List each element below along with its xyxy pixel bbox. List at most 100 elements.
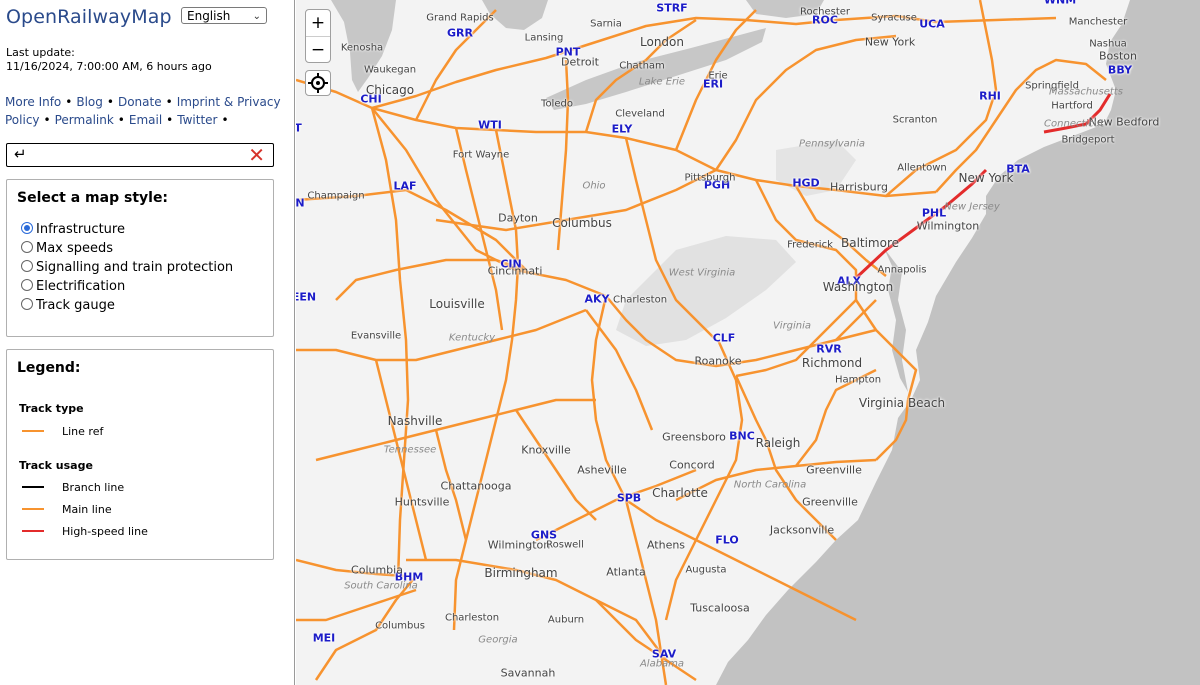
locate-button[interactable] xyxy=(305,70,331,96)
city-label: Detroit xyxy=(561,55,599,69)
city-label: London xyxy=(640,35,684,49)
station-code-label[interactable]: UCA xyxy=(919,18,945,31)
city-label: Savannah xyxy=(500,666,556,680)
legend-swatch xyxy=(22,508,44,510)
station-code-label[interactable]: EEN xyxy=(296,291,316,304)
station-code-label[interactable]: RHI xyxy=(979,90,1001,103)
radio-icon[interactable] xyxy=(21,298,33,310)
city-label: Waukegan xyxy=(363,64,417,76)
style-option-label: Signalling and train protection xyxy=(36,260,234,275)
city-label: Lansing xyxy=(524,32,564,44)
style-option-signalling[interactable]: Signalling and train protection xyxy=(21,260,233,276)
app-title[interactable]: OpenRailwayMap xyxy=(6,6,172,28)
style-option-infrastructure[interactable]: Infrastructure xyxy=(21,222,125,238)
city-label: Tuscaloosa xyxy=(690,601,750,615)
rail-line xyxy=(296,308,587,362)
station-code-label[interactable]: CLF xyxy=(713,332,736,345)
legend-item-line-ref: Line ref xyxy=(22,425,103,438)
search-input[interactable]: ↵ ✕ xyxy=(6,143,274,167)
map-view[interactable]: STRF ROC UCA WNM GRR PNT BBY RHI ERI CHI WTI ELY BTA… xyxy=(296,0,1200,685)
link-permalink[interactable]: Permalink xyxy=(55,113,114,127)
city-label: Concord xyxy=(669,458,715,472)
station-code-label[interactable]: T xyxy=(296,122,302,135)
station-code-label[interactable]: WNM xyxy=(1044,0,1076,7)
legend-track-type-heading: Track type xyxy=(19,402,84,415)
city-label: Kenosha xyxy=(340,42,384,54)
region-label: Ohio xyxy=(582,180,606,192)
station-code-label[interactable]: STRF xyxy=(656,2,687,15)
city-label: New York xyxy=(864,35,916,49)
radio-icon[interactable] xyxy=(21,241,33,253)
info-links: More Info • Blog • Donate • Imprint & Privacy … xyxy=(5,95,281,127)
region-label: Virginia xyxy=(772,320,812,332)
radio-icon[interactable] xyxy=(21,260,33,272)
station-code-label[interactable]: AKY xyxy=(584,293,609,306)
station-code-label[interactable]: BNC xyxy=(729,430,755,443)
city-label: Cleveland xyxy=(615,108,665,120)
legend-label: Main line xyxy=(62,503,112,516)
sidebar: OpenRailwayMap English ⌄ Last update: 11… xyxy=(0,0,295,685)
style-option-electrification[interactable]: Electrification xyxy=(21,279,125,295)
station-code-label[interactable]: HGD xyxy=(792,177,819,190)
link-more-info[interactable]: More Info xyxy=(5,95,61,109)
rail-line xyxy=(664,339,744,621)
city-label: Raleigh xyxy=(755,436,801,450)
link-twitter[interactable]: Twitter xyxy=(177,113,217,127)
city-label: Grand Rapids xyxy=(426,12,494,24)
region-label: Tennessee xyxy=(383,444,437,456)
atlantic-ocean xyxy=(716,0,1200,685)
radio-icon[interactable] xyxy=(21,279,33,291)
region-label: Pennsylvania xyxy=(798,138,866,150)
station-code-label[interactable]: SPB xyxy=(617,492,641,505)
city-label: Champaign xyxy=(307,190,365,202)
zoom-out-button[interactable]: − xyxy=(306,37,330,63)
legend-track-usage-heading: Track usage xyxy=(19,459,93,472)
station-code-label[interactable]: MEI xyxy=(313,632,336,645)
city-label: Nashua xyxy=(1089,38,1127,50)
region-label: Alabama xyxy=(639,658,685,670)
station-code-label[interactable]: RVR xyxy=(816,343,841,356)
station-code-label[interactable]: ELY xyxy=(612,123,633,136)
station-code-label[interactable]: FLO xyxy=(715,534,738,547)
style-option-track-gauge[interactable]: Track gauge xyxy=(21,298,115,314)
station-code-label[interactable]: BBY xyxy=(1108,64,1132,77)
station-code-label[interactable]: GRR xyxy=(447,27,473,40)
city-label: Annapolis xyxy=(877,264,927,276)
station-code-label[interactable]: WTI xyxy=(478,119,502,132)
legend-item-high-speed-line: High-speed line xyxy=(22,525,148,538)
city-label: Washington xyxy=(822,280,894,294)
chevron-down-icon: ⌄ xyxy=(252,11,261,22)
language-select[interactable]: English ⌄ xyxy=(181,7,267,24)
map-style-heading: Select a map style: xyxy=(17,190,169,206)
map-style-panel: Select a map style: Infrastructure Max s… xyxy=(6,179,274,337)
city-label: Toledo xyxy=(541,98,573,110)
city-label: Asheville xyxy=(577,463,627,477)
region-label: West Virginia xyxy=(668,267,736,279)
style-option-label: Max speeds xyxy=(36,241,114,256)
city-label: Harrisburg xyxy=(830,180,888,194)
legend-label: High-speed line xyxy=(62,525,148,538)
city-label: Nashville xyxy=(387,414,443,428)
city-label: Atlanta xyxy=(606,565,646,579)
city-label: Hartford xyxy=(1051,100,1093,112)
enter-icon[interactable]: ↵ xyxy=(14,145,27,163)
station-code-label[interactable]: PHL xyxy=(922,207,946,220)
city-label: Greenville xyxy=(806,463,862,477)
link-donate[interactable]: Donate xyxy=(118,95,162,109)
style-option-max-speeds[interactable]: Max speeds xyxy=(21,241,113,257)
last-update-time: 11/16/2024, 7:00:00 AM, 6 hours ago xyxy=(6,60,212,73)
link-email[interactable]: Email xyxy=(129,113,162,127)
city-label: Charleston xyxy=(612,294,668,306)
station-code-label[interactable]: LAF xyxy=(393,180,416,193)
zoom-in-button[interactable]: + xyxy=(306,10,330,37)
rail-line xyxy=(296,588,417,622)
region-label: Connecticut xyxy=(1044,118,1104,130)
city-label: Greenville xyxy=(802,495,858,509)
city-label: Manchester xyxy=(1068,16,1128,28)
link-blog[interactable]: Blog xyxy=(76,95,103,109)
radio-selected-icon[interactable] xyxy=(21,222,33,234)
close-icon[interactable]: ✕ xyxy=(248,143,265,167)
style-option-label: Electrification xyxy=(36,279,126,294)
station-code-label[interactable]: N xyxy=(296,197,305,210)
city-label: Roanoke xyxy=(694,354,742,368)
